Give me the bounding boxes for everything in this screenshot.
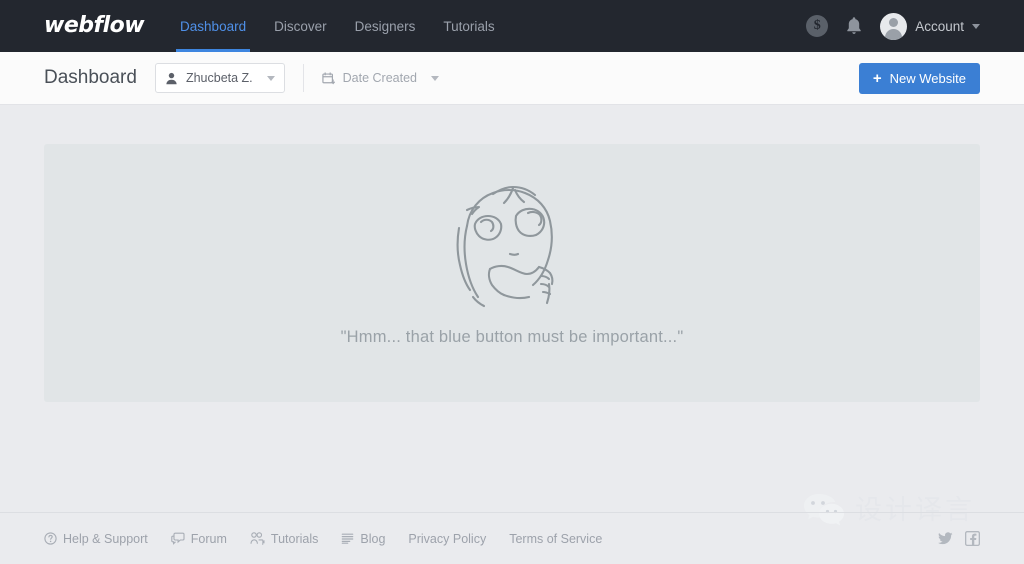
lines-icon: [341, 532, 354, 545]
footer-links: Help & Support Forum Tutorials: [44, 532, 625, 546]
plus-icon: +: [873, 71, 882, 86]
new-website-label: New Website: [890, 71, 966, 86]
nav-link-discover[interactable]: Discover: [260, 0, 341, 52]
page-title: Dashboard: [44, 67, 137, 89]
speech-bubble-icon: [171, 532, 185, 545]
nav-right-cluster: $ Account: [806, 13, 980, 40]
footer-link-forum[interactable]: Forum: [171, 532, 227, 546]
footer-link-terms-of-service[interactable]: Terms of Service: [509, 532, 602, 546]
user-filter-dropdown[interactable]: Zhucbeta Z.: [155, 63, 285, 93]
footer-bar: Help & Support Forum Tutorials: [0, 513, 1024, 564]
chevron-down-icon: [972, 24, 980, 29]
nav-link-dashboard[interactable]: Dashboard: [166, 0, 260, 52]
webflow-logo[interactable]: webflow: [44, 15, 144, 37]
sort-filter-label: Date Created: [343, 71, 417, 85]
sub-header-bar: Dashboard Zhucbeta Z. Date Created + New…: [0, 52, 1024, 105]
footer-link-label: Tutorials: [271, 532, 318, 546]
footer-link-privacy-policy[interactable]: Privacy Policy: [408, 532, 486, 546]
chevron-down-icon: [431, 76, 439, 81]
hmm-rage-face-illustration: [437, 166, 587, 316]
calendar-icon: [322, 72, 335, 85]
empty-state-caption: "Hmm... that blue button must be importa…: [341, 328, 684, 347]
dollar-circle-icon[interactable]: $: [806, 15, 828, 37]
footer-link-help-support[interactable]: Help & Support: [44, 532, 148, 546]
twitter-icon[interactable]: [938, 531, 953, 546]
footer-link-label: Help & Support: [63, 532, 148, 546]
empty-state-panel: "Hmm... that blue button must be importa…: [44, 144, 980, 402]
toolbar-divider: [303, 64, 304, 92]
nav-link-tutorials[interactable]: Tutorials: [429, 0, 508, 52]
account-menu[interactable]: Account: [880, 13, 980, 40]
video-camera-icon: [250, 532, 265, 545]
footer-link-label: Blog: [360, 532, 385, 546]
footer-link-label: Terms of Service: [509, 532, 602, 546]
top-navigation-bar: webflow Dashboard Discover Designers Tut…: [0, 0, 1024, 52]
new-website-button[interactable]: + New Website: [859, 63, 980, 94]
footer-link-label: Privacy Policy: [408, 532, 486, 546]
person-icon: [165, 72, 178, 85]
bell-icon[interactable]: [845, 16, 863, 36]
webflow-dashboard-page: webflow Dashboard Discover Designers Tut…: [0, 0, 1024, 564]
primary-nav-links: Dashboard Discover Designers Tutorials: [166, 0, 509, 52]
user-filter-label: Zhucbeta Z.: [186, 71, 253, 85]
footer-link-label: Forum: [191, 532, 227, 546]
question-circle-icon: [44, 532, 57, 545]
sort-filter-dropdown[interactable]: Date Created: [322, 71, 439, 85]
chevron-down-icon: [267, 76, 275, 81]
footer-link-blog[interactable]: Blog: [341, 532, 385, 546]
user-avatar-icon: [880, 13, 907, 40]
nav-link-designers[interactable]: Designers: [341, 0, 430, 52]
footer-social-links: [938, 531, 980, 546]
footer-link-tutorials[interactable]: Tutorials: [250, 532, 318, 546]
facebook-icon[interactable]: [965, 531, 980, 546]
account-label: Account: [915, 19, 964, 34]
